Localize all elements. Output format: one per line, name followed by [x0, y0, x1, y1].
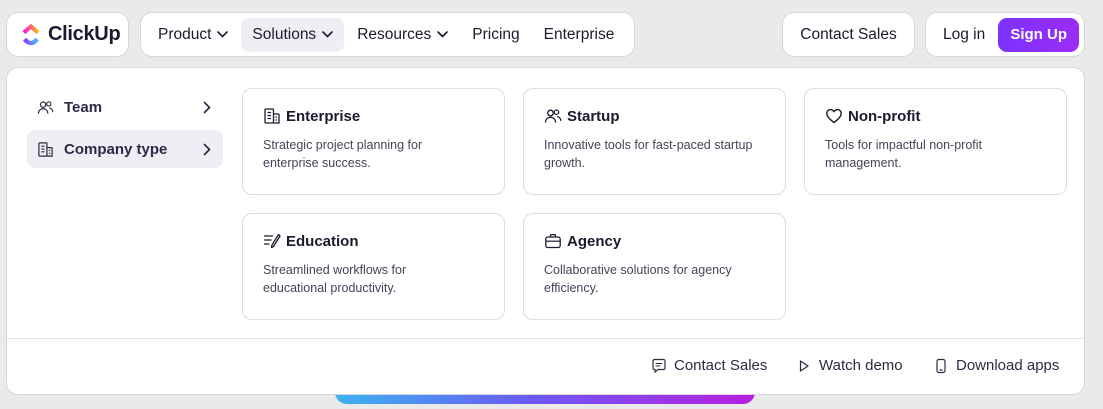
dropdown-footer: Contact Sales Watch demo Download apps [7, 338, 1084, 394]
auth-group: Log in Sign Up [925, 12, 1085, 57]
nav-product-label: Product [158, 25, 212, 43]
footer-link-label: Contact Sales [674, 357, 768, 374]
chevron-down-icon [217, 31, 229, 38]
chevron-right-icon [203, 101, 211, 113]
card-description: Tools for impactful non-profit managemen… [825, 138, 983, 170]
chat-icon [652, 358, 666, 373]
nav-pricing[interactable]: Pricing [461, 18, 530, 52]
footer-link-label: Download apps [956, 357, 1060, 374]
card-title: Enterprise [286, 107, 361, 125]
solution-card-non-profit[interactable]: Non-profit Tools for impactful non-profi… [804, 88, 1067, 195]
footer-download-apps-link[interactable]: Download apps [933, 357, 1059, 374]
solution-card-enterprise[interactable]: Enterprise Strategic project planning fo… [242, 88, 505, 195]
sidebar-item-team[interactable]: Team [27, 88, 223, 126]
phone-icon [936, 358, 946, 373]
nav-enterprise-label: Enterprise [543, 25, 615, 43]
signup-button[interactable]: Sign Up [998, 17, 1079, 52]
nav-product[interactable]: Product [147, 18, 239, 52]
solution-card-education[interactable]: Education Streamlined workflows for educ… [242, 213, 505, 320]
card-title: Agency [567, 232, 622, 250]
card-title: Non-profit [848, 107, 921, 125]
sidebar-item-company-type[interactable]: Company type [27, 130, 223, 168]
solutions-dropdown-panel: Team Company type Enterprise Strategic p… [6, 67, 1085, 395]
card-description: Innovative tools for fast-paced startup … [544, 138, 753, 170]
list-pencil-icon [263, 233, 281, 249]
solution-card-startup[interactable]: Startup Innovative tools for fast-paced … [523, 88, 786, 195]
sidebar-item-label: Company type [64, 140, 168, 158]
card-title: Startup [567, 107, 620, 125]
chevron-right-icon [203, 143, 211, 155]
footer-link-label: Watch demo [819, 357, 903, 374]
main-nav: Product Solutions Resources Pricing Ente… [140, 12, 635, 57]
chevron-down-icon [322, 31, 333, 38]
nav-pricing-label: Pricing [472, 25, 520, 43]
contact-sales-label: Contact Sales [800, 25, 897, 43]
nav-enterprise[interactable]: Enterprise [533, 18, 626, 52]
chevron-down-icon [437, 31, 449, 38]
play-icon [799, 359, 809, 372]
footer-contact-sales-link[interactable]: Contact Sales [651, 357, 767, 374]
clickup-logo-icon [22, 23, 40, 45]
people-icon [544, 109, 562, 123]
sidebar-item-label: Team [64, 98, 103, 116]
nav-solutions-label: Solutions [252, 25, 317, 43]
brand-name: ClickUp [48, 23, 121, 45]
solution-card-agency[interactable]: Agency Collaborative solutions for agenc… [523, 213, 786, 320]
login-button[interactable]: Log in [943, 26, 985, 44]
clickup-logo-link[interactable]: ClickUp [6, 12, 129, 57]
solutions-sidebar: Team Company type [27, 88, 223, 172]
building-icon [38, 141, 53, 157]
card-description: Collaborative solutions for agency effic… [544, 263, 732, 295]
briefcase-icon [545, 233, 561, 249]
team-icon [37, 100, 54, 114]
building-icon [264, 108, 280, 124]
card-title: Education [286, 232, 359, 250]
heart-icon [826, 108, 842, 124]
footer-watch-demo-link[interactable]: Watch demo [796, 357, 903, 374]
nav-resources[interactable]: Resources [346, 18, 459, 52]
nav-resources-label: Resources [357, 25, 432, 43]
card-description: Strategic project planning for enterpris… [263, 138, 423, 170]
nav-solutions[interactable]: Solutions [241, 17, 345, 52]
contact-sales-button[interactable]: Contact Sales [782, 12, 915, 57]
card-description: Streamlined workflows for educational pr… [263, 263, 407, 295]
